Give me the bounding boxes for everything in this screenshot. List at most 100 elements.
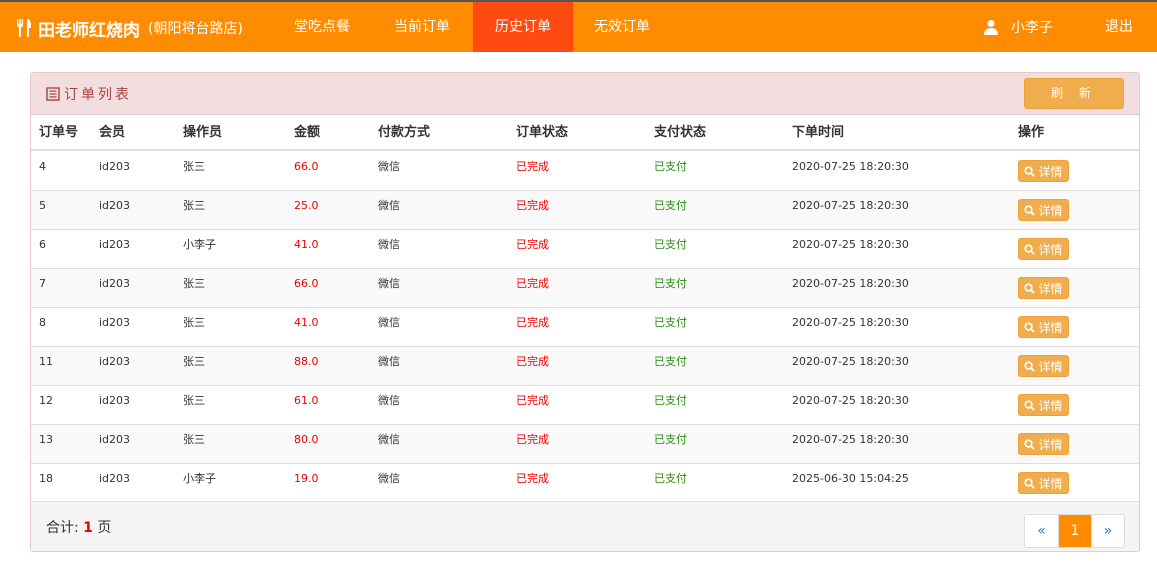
cell-amount: 25.0 xyxy=(294,199,319,212)
cell-pay-status: 已支付 xyxy=(654,316,687,329)
cell-member: id203 xyxy=(99,433,131,446)
cell-pay-status: 已支付 xyxy=(654,238,687,251)
cell-order-status: 已完成 xyxy=(516,316,549,329)
cell-pay-status: 已支付 xyxy=(654,160,687,173)
cell-member: id203 xyxy=(99,277,131,290)
page-1-button[interactable]: 1 xyxy=(1058,515,1091,547)
total-suffix: 页 xyxy=(97,520,112,536)
col-order-id: 订单号 xyxy=(39,125,79,140)
search-icon xyxy=(1024,477,1036,489)
cell-pay-method: 微信 xyxy=(378,160,400,173)
table-row: 8 id203 张三 41.0 微信 已完成 已支付 2020-07-25 18:20:30 详… xyxy=(31,308,1139,347)
col-actions: 操作 xyxy=(1018,125,1045,140)
cell-pay-status: 已支付 xyxy=(654,472,687,485)
cell-amount: 41.0 xyxy=(294,316,319,329)
detail-label: 详情 xyxy=(1038,437,1063,452)
cell-amount: 80.0 xyxy=(294,433,319,446)
cell-order-time: 2020-07-25 18:20:30 xyxy=(792,433,909,446)
cell-pay-method: 微信 xyxy=(378,394,400,407)
cell-operator: 张三 xyxy=(183,394,205,407)
cell-pay-status: 已支付 xyxy=(654,433,687,446)
brand-branch: (朝阳将台路店) xyxy=(148,21,243,37)
panel-title-text: 订单列表 xyxy=(64,87,132,103)
pagination: « 1 » xyxy=(1024,514,1125,548)
nav-invalid-orders[interactable]: 无效订单 xyxy=(576,2,668,52)
table-row: 5 id203 张三 25.0 微信 已完成 已支付 2020-07-25 18:20:30 详… xyxy=(31,191,1139,230)
refresh-button[interactable]: 刷 新 xyxy=(1024,78,1124,109)
nav-dine-in[interactable]: 堂吃点餐 xyxy=(276,2,368,52)
logout-link[interactable]: 退出 xyxy=(1105,2,1133,52)
table-footer: 合计: 1 页 « 1 » xyxy=(31,501,1139,551)
nav-label: 堂吃点餐 xyxy=(294,19,350,35)
search-icon xyxy=(1024,165,1036,177)
cell-operator: 张三 xyxy=(183,433,205,446)
brand-name: 田老师红烧肉 xyxy=(38,20,140,41)
cell-order-id: 7 xyxy=(39,277,46,290)
cell-order-id: 12 xyxy=(39,394,53,407)
cell-member: id203 xyxy=(99,160,131,173)
col-operator: 操作员 xyxy=(183,125,223,140)
table-row: 7 id203 张三 66.0 微信 已完成 已支付 2020-07-25 18:20:30 详… xyxy=(31,269,1139,308)
cell-pay-status: 已支付 xyxy=(654,394,687,407)
cell-order-time: 2020-07-25 18:20:30 xyxy=(792,199,909,212)
detail-button[interactable]: 详情 xyxy=(1018,394,1069,416)
nav-label: 无效订单 xyxy=(594,19,650,35)
user-menu[interactable]: 小李子 xyxy=(983,2,1053,52)
search-icon xyxy=(1024,438,1036,450)
cell-order-status: 已完成 xyxy=(516,160,549,173)
list-icon xyxy=(46,87,60,101)
nav-history-orders[interactable]: 历史订单 xyxy=(473,2,573,52)
search-icon xyxy=(1024,282,1036,294)
nav-label: 历史订单 xyxy=(495,19,551,35)
nav-current-orders[interactable]: 当前订单 xyxy=(376,2,468,52)
detail-button[interactable]: 详情 xyxy=(1018,472,1069,494)
detail-label: 详情 xyxy=(1038,242,1063,257)
cell-member: id203 xyxy=(99,316,131,329)
cell-amount: 61.0 xyxy=(294,394,319,407)
panel-heading: 订单列表 刷 新 xyxy=(31,73,1139,115)
prev-page-button[interactable]: « xyxy=(1025,515,1058,547)
page-total: 合计: 1 页 xyxy=(46,502,112,551)
cell-order-time: 2020-07-25 18:20:30 xyxy=(792,394,909,407)
cell-order-status: 已完成 xyxy=(516,472,549,485)
search-icon xyxy=(1024,204,1036,216)
detail-button[interactable]: 详情 xyxy=(1018,355,1069,377)
search-icon xyxy=(1024,243,1036,255)
cell-operator: 张三 xyxy=(183,355,205,368)
cell-amount: 66.0 xyxy=(294,277,319,290)
cell-member: id203 xyxy=(99,394,131,407)
table-row: 13 id203 张三 80.0 微信 已完成 已支付 2020-07-25 18:20:30… xyxy=(31,425,1139,464)
detail-button[interactable]: 详情 xyxy=(1018,160,1069,182)
detail-label: 详情 xyxy=(1038,320,1063,335)
detail-button[interactable]: 详情 xyxy=(1018,316,1069,338)
cell-pay-method: 微信 xyxy=(378,238,400,251)
cell-pay-status: 已支付 xyxy=(654,199,687,212)
cell-operator: 张三 xyxy=(183,277,205,290)
next-page-button[interactable]: » xyxy=(1091,515,1124,547)
detail-button[interactable]: 详情 xyxy=(1018,433,1069,455)
table-row: 6 id203 小李子 41.0 微信 已完成 已支付 2020-07-25 18:20:30… xyxy=(31,230,1139,269)
table-header: 订单号 会员 操作员 金额 付款方式 订单状态 支付状态 下单时间 操作 xyxy=(31,115,1139,151)
search-icon xyxy=(1024,399,1036,411)
cell-order-status: 已完成 xyxy=(516,355,549,368)
cell-order-time: 2020-07-25 18:20:30 xyxy=(792,160,909,173)
detail-button[interactable]: 详情 xyxy=(1018,199,1069,221)
cell-order-status: 已完成 xyxy=(516,238,549,251)
detail-button[interactable]: 详情 xyxy=(1018,238,1069,260)
user-name: 小李子 xyxy=(1011,20,1053,36)
detail-button[interactable]: 详情 xyxy=(1018,277,1069,299)
detail-label: 详情 xyxy=(1038,281,1063,296)
cell-order-id: 5 xyxy=(39,199,46,212)
cell-order-id: 18 xyxy=(39,472,53,485)
cell-amount: 66.0 xyxy=(294,160,319,173)
brand[interactable]: 田老师红烧肉 (朝阳将台路店) xyxy=(14,16,243,41)
cell-order-status: 已完成 xyxy=(516,433,549,446)
cell-amount: 41.0 xyxy=(294,238,319,251)
search-icon xyxy=(1024,321,1036,333)
cell-order-id: 13 xyxy=(39,433,53,446)
utensils-icon xyxy=(17,19,31,37)
top-navbar: 田老师红烧肉 (朝阳将台路店) 堂吃点餐 当前订单 历史订单 无效订单 小李子 … xyxy=(0,0,1157,52)
cell-order-id: 11 xyxy=(39,355,53,368)
panel-title: 订单列表 xyxy=(46,73,132,115)
cell-amount: 19.0 xyxy=(294,472,319,485)
